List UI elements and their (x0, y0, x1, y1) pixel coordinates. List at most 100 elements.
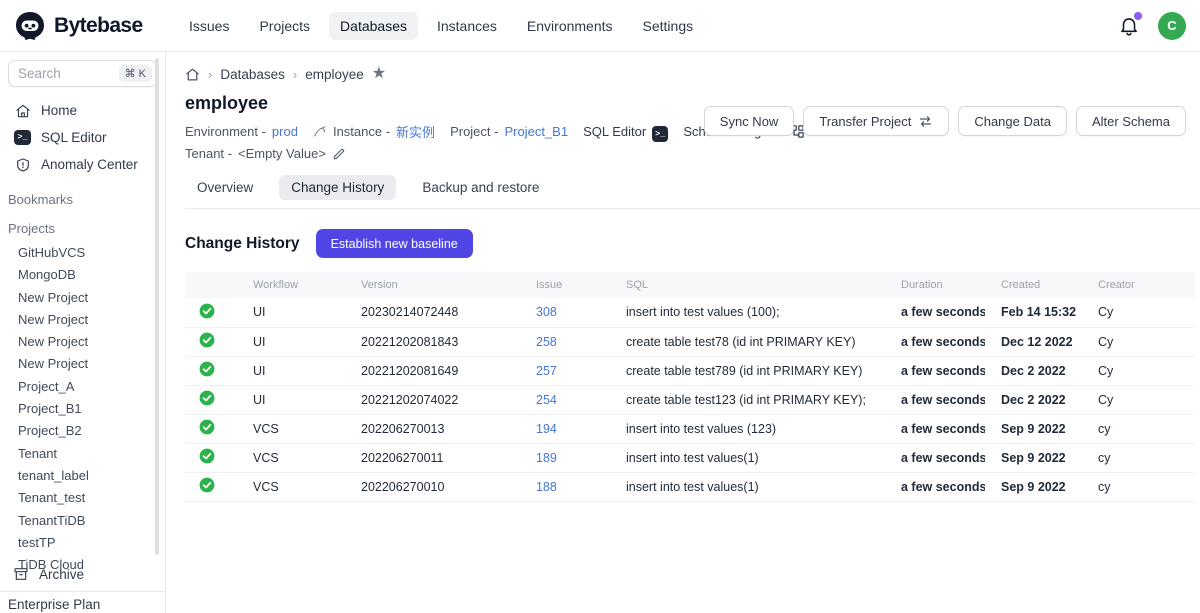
sidebar-project-githubvcs[interactable]: GitHubVCS (0, 242, 165, 264)
sidebar-project-project-b1[interactable]: Project_B1 (0, 398, 165, 420)
breadcrumb-home-icon[interactable] (185, 67, 200, 82)
brand[interactable]: Bytebase (14, 10, 178, 42)
cell-status (185, 298, 237, 327)
meta-environment: Environment - prod (185, 124, 298, 139)
cell-workflow: VCS (237, 443, 345, 472)
plan-label: Enterprise Plan (0, 591, 165, 613)
cell-sql: insert into test values (123) (610, 414, 885, 443)
cell-status (185, 327, 237, 356)
cell-duration: a few seconds (885, 385, 985, 414)
topbar-right: C (1118, 12, 1186, 40)
sidebar-project-tenanttidb[interactable]: TenantTiDB (0, 510, 165, 532)
edit-pencil-icon[interactable] (332, 147, 346, 161)
topnav-item-databases[interactable]: Databases (329, 12, 418, 40)
avatar[interactable]: C (1158, 12, 1186, 40)
cell-version: 20230214072448 (345, 298, 520, 327)
topnav-item-settings[interactable]: Settings (632, 12, 705, 40)
meta-sql-editor[interactable]: SQL Editor >_ (583, 124, 668, 139)
table-row: UI20221202074022254create table test123 … (185, 385, 1195, 414)
bytebase-logo-icon (14, 10, 46, 42)
cell-version: 202206270010 (345, 472, 520, 501)
table-header: Workflow Version Issue SQL Duration Crea… (185, 272, 1195, 298)
sidebar-project-new-project[interactable]: New Project (0, 353, 165, 375)
search-placeholder: Search (18, 66, 61, 81)
cell-creator: Cy (1082, 327, 1195, 356)
sidebar-item-sql-editor[interactable]: >_ SQL Editor (0, 124, 165, 151)
notification-dot (1134, 12, 1142, 20)
topnav-item-instances[interactable]: Instances (426, 12, 508, 40)
sidebar-project-new-project[interactable]: New Project (0, 331, 165, 353)
cell-duration: a few seconds (885, 298, 985, 327)
column-status (185, 272, 237, 298)
project-link[interactable]: Project_B1 (504, 124, 568, 139)
topnav-item-environments[interactable]: Environments (516, 12, 624, 40)
issue-link[interactable]: 194 (536, 422, 557, 436)
issue-link[interactable]: 188 (536, 480, 557, 494)
sidebar-item-label: SQL Editor (41, 130, 107, 145)
table-row: VCS202206270013194insert into test value… (185, 414, 1195, 443)
cell-duration: a few seconds (885, 327, 985, 356)
sidebar-project-project-a[interactable]: Project_A (0, 376, 165, 398)
cell-workflow: VCS (237, 472, 345, 501)
cell-status (185, 443, 237, 472)
sidebar-scrollbar[interactable] (155, 58, 159, 555)
cell-created: Dec 2 2022 (985, 356, 1082, 385)
notification-bell-icon[interactable] (1118, 15, 1140, 37)
cell-version: 20221202081649 (345, 356, 520, 385)
establish-baseline-button[interactable]: Establish new baseline (316, 229, 473, 258)
column-version: Version (345, 272, 520, 298)
breadcrumb-employee[interactable]: employee (305, 67, 364, 82)
transfer-project-button[interactable]: Transfer Project (803, 106, 949, 136)
sidebar-project-testtp[interactable]: testTP (0, 532, 165, 554)
cell-duration: a few seconds (885, 443, 985, 472)
table-row: UI20221202081649257create table test789 … (185, 356, 1195, 385)
cell-creator: Cy (1082, 298, 1195, 327)
column-creator: Creator (1082, 272, 1195, 298)
issue-link[interactable]: 189 (536, 451, 557, 465)
instance-link[interactable]: 新实例 (396, 122, 435, 141)
cell-creator: Cy (1082, 385, 1195, 414)
cell-sql: create table test123 (id int PRIMARY KEY… (610, 385, 885, 414)
sql-editor-icon: >_ (14, 129, 31, 146)
tab-change-history[interactable]: Change History (279, 175, 396, 200)
issue-link[interactable]: 258 (536, 335, 557, 349)
sidebar-project-new-project[interactable]: New Project (0, 287, 165, 309)
sidebar-project-project-b2[interactable]: Project_B2 (0, 420, 165, 442)
cell-sql: create table test78 (id int PRIMARY KEY) (610, 327, 885, 356)
cell-duration: a few seconds (885, 414, 985, 443)
tab-overview[interactable]: Overview (185, 175, 265, 200)
sidebar-item-archive[interactable]: Archive (0, 562, 165, 586)
topnav-item-projects[interactable]: Projects (248, 12, 321, 40)
alter-schema-button[interactable]: Alter Schema (1076, 106, 1186, 136)
issue-link[interactable]: 254 (536, 393, 557, 407)
sidebar-item-home[interactable]: Home (0, 97, 165, 124)
issue-link[interactable]: 257 (536, 364, 557, 378)
sidebar-project-tenant-test[interactable]: Tenant_test (0, 487, 165, 509)
cell-issue: 254 (520, 385, 610, 414)
cell-creator: cy (1082, 472, 1195, 501)
issue-link[interactable]: 308 (536, 305, 557, 319)
favorite-star-icon[interactable]: ★ (372, 67, 386, 81)
sidebar-project-tenant[interactable]: Tenant (0, 443, 165, 465)
column-workflow: Workflow (237, 272, 345, 298)
search-input[interactable]: Search ⌘ K (8, 60, 157, 87)
sidebar-item-anomaly-center[interactable]: Anomaly Center (0, 151, 165, 178)
cell-status (185, 385, 237, 414)
success-icon (199, 390, 215, 406)
breadcrumb-databases[interactable]: Databases (220, 67, 285, 82)
sidebar-project-tenant-label[interactable]: tenant_label (0, 465, 165, 487)
cell-issue: 194 (520, 414, 610, 443)
tab-backup-and-restore[interactable]: Backup and restore (410, 175, 551, 200)
topnav-item-issues[interactable]: Issues (178, 12, 240, 40)
cell-created: Sep 9 2022 (985, 414, 1082, 443)
environment-link[interactable]: prod (272, 124, 298, 139)
change-data-button[interactable]: Change Data (958, 106, 1067, 136)
sidebar-project-mongodb[interactable]: MongoDB (0, 264, 165, 286)
success-icon (199, 361, 215, 377)
cell-workflow: UI (237, 385, 345, 414)
cell-issue: 189 (520, 443, 610, 472)
sync-now-button[interactable]: Sync Now (704, 106, 795, 136)
table-row: VCS202206270011189insert into test value… (185, 443, 1195, 472)
sidebar-project-new-project[interactable]: New Project (0, 309, 165, 331)
cell-workflow: VCS (237, 414, 345, 443)
